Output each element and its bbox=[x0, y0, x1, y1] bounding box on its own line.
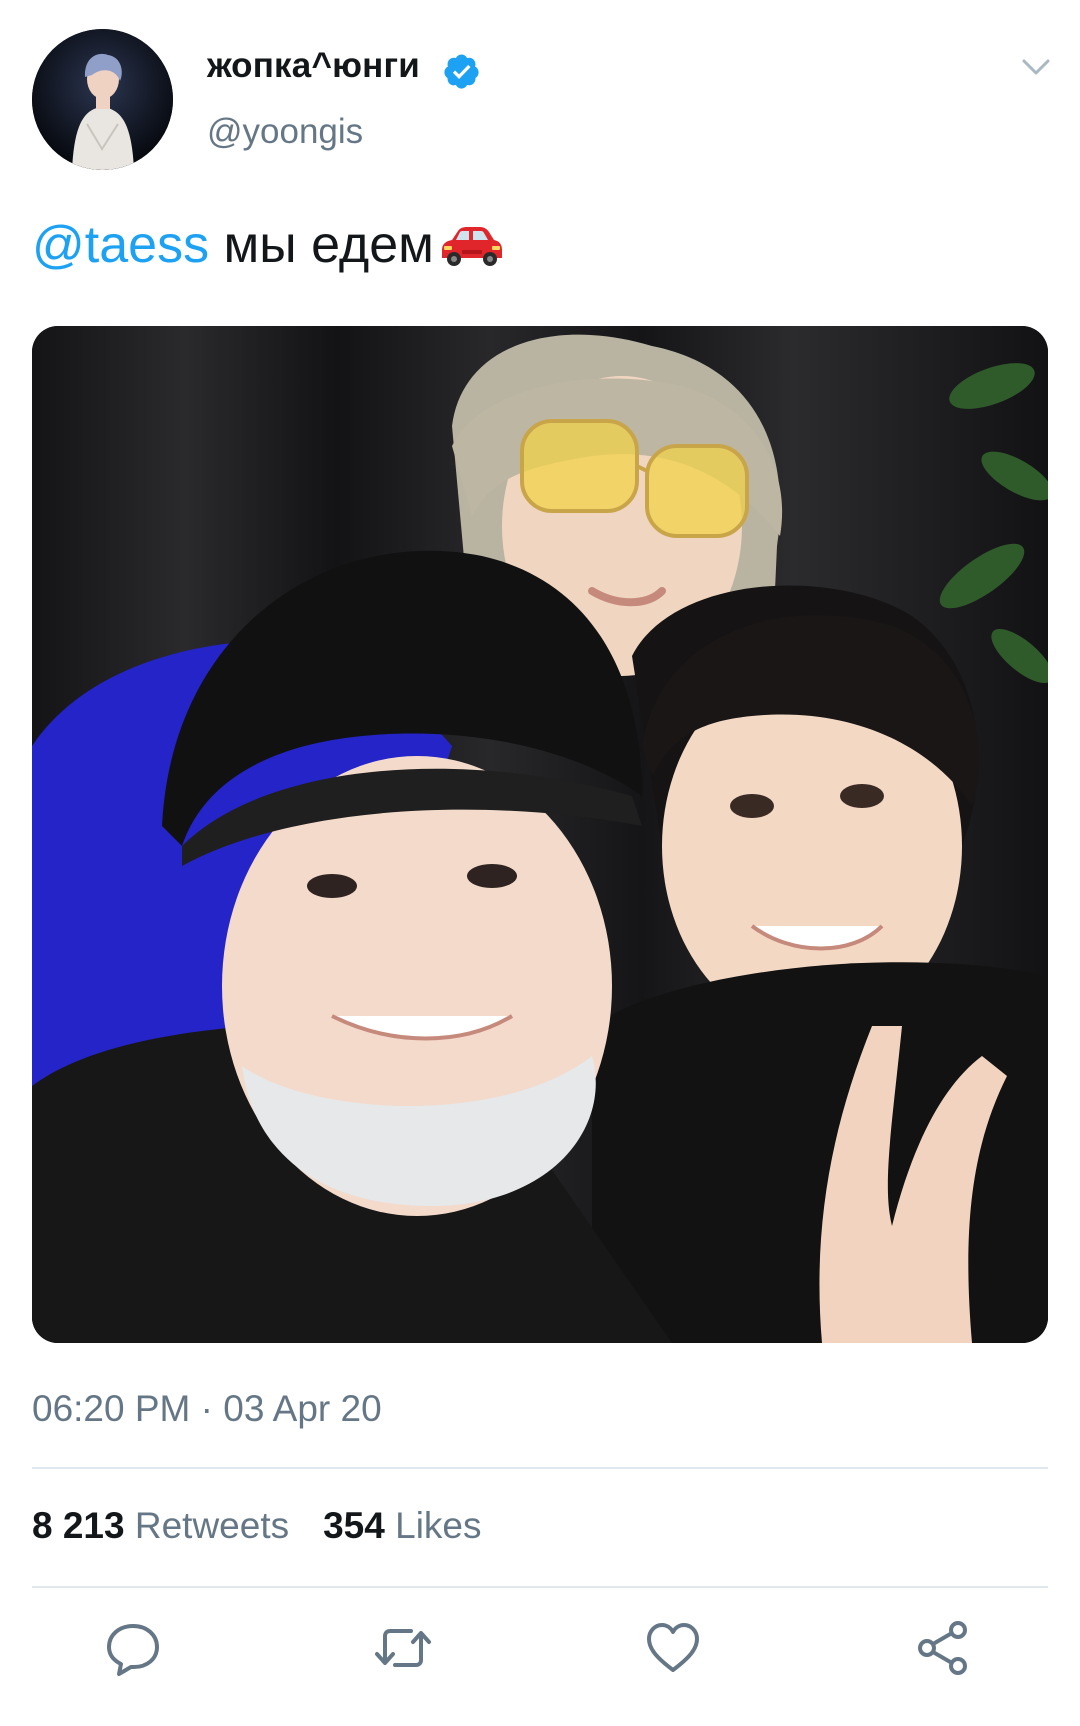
tweet-photo[interactable] bbox=[32, 326, 1048, 1343]
tweet-text: @taess мы едем bbox=[32, 215, 504, 275]
reply-icon[interactable] bbox=[103, 1618, 163, 1678]
photo-illustration bbox=[32, 326, 1048, 1343]
engagement-stats: 8 213 Retweets 354 Likes bbox=[32, 1505, 482, 1547]
action-bar bbox=[0, 1618, 1080, 1688]
car-emoji-icon bbox=[441, 227, 502, 266]
tweet-timestamp[interactable]: 06:20 PM · 03 Apr 20 bbox=[32, 1388, 382, 1430]
divider bbox=[32, 1467, 1048, 1469]
retweets-count: 8 213 bbox=[32, 1505, 125, 1546]
mention-link[interactable]: @taess bbox=[32, 216, 209, 274]
likes-stat[interactable]: 354 Likes bbox=[323, 1505, 481, 1546]
author-handle[interactable]: @yoongis bbox=[207, 112, 363, 152]
share-icon[interactable] bbox=[913, 1618, 973, 1678]
retweets-stat[interactable]: 8 213 Retweets bbox=[32, 1505, 289, 1546]
verified-badge-icon bbox=[444, 54, 479, 89]
avatar[interactable] bbox=[32, 29, 173, 170]
retweets-label: Retweets bbox=[134, 1505, 290, 1546]
tweet-detail: жопка^юнги @yoongis @taess мы едем 06:20… bbox=[0, 0, 1080, 1726]
likes-label: Likes bbox=[395, 1505, 482, 1546]
tweet-body: мы едем bbox=[209, 216, 434, 274]
like-icon[interactable] bbox=[643, 1618, 703, 1678]
divider bbox=[32, 1586, 1048, 1588]
author-display-name[interactable]: жопка^юнги bbox=[207, 46, 420, 86]
likes-count: 354 bbox=[323, 1505, 385, 1546]
chevron-down-icon[interactable] bbox=[1020, 55, 1052, 79]
avatar-photo bbox=[32, 29, 173, 170]
retweet-icon[interactable] bbox=[373, 1618, 433, 1678]
